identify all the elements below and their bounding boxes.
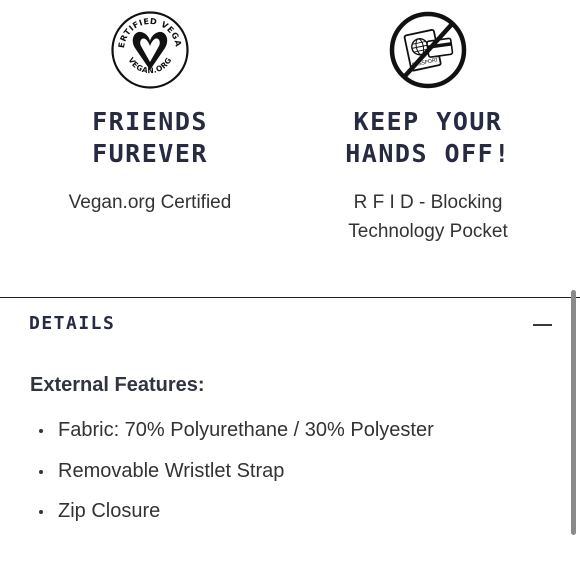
no-passport-icon: PASSPORT	[389, 11, 467, 89]
details-accordion-header[interactable]: DETAILS	[29, 313, 552, 341]
scrollbar[interactable]	[571, 290, 576, 535]
feature-heading: KEEP YOUR HANDS OFF!	[303, 106, 553, 170]
minus-icon[interactable]	[533, 324, 552, 326]
bullet-icon	[39, 469, 43, 474]
feature-heading-line: HANDS OFF!	[345, 139, 511, 168]
feature-description: R F I D - Blocking Technology Pocket	[303, 188, 553, 246]
bullet-icon	[39, 510, 43, 514]
feature-rfid: PASSPORT KEEP YOUR HANDS OFF! R F I D - …	[303, 0, 553, 246]
list-item-label: Zip Closure	[58, 500, 161, 522]
certified-vegan-icon: CERTIFIED VEGAN VEGAN.ORG	[110, 10, 189, 89]
list-item-label: Fabric: 70% Polyurethane / 30% Polyester	[58, 419, 434, 441]
feature-heading-line: FRIENDS	[92, 107, 208, 136]
feature-description-line: R F I D - Blocking	[353, 192, 503, 213]
feature-description: Vegan.org Certified	[25, 188, 275, 217]
feature-description-line: Vegan.org Certified	[68, 192, 232, 213]
bullet-icon	[39, 429, 43, 433]
section-divider	[0, 297, 580, 298]
feature-heading: FRIENDS FUREVER	[25, 106, 275, 170]
feature-heading-line: KEEP YOUR	[353, 107, 503, 136]
feature-description-line: Technology Pocket	[348, 221, 508, 242]
feature-heading-line: FUREVER	[92, 139, 208, 168]
details-title: DETAILS	[29, 313, 116, 334]
external-features-heading: External Features:	[30, 374, 205, 396]
list-item-label: Removable Wristlet Strap	[58, 459, 285, 482]
feature-vegan: CERTIFIED VEGAN VEGAN.ORG FRIENDS FUREVE…	[25, 0, 275, 217]
